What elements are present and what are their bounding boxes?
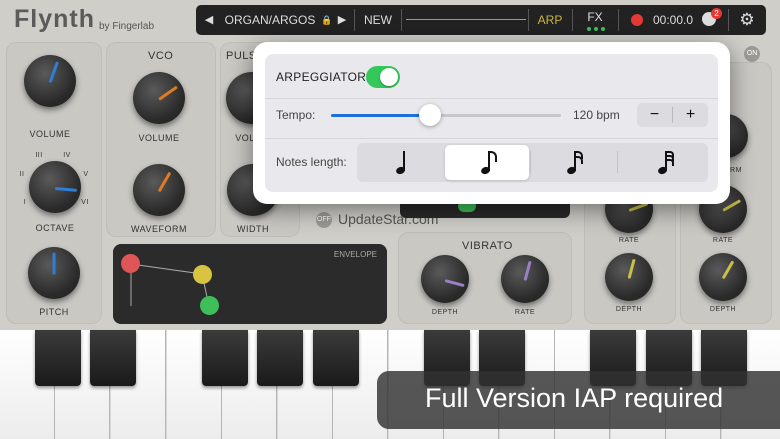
toolbar-divider	[401, 9, 402, 31]
octave-mark-5: V	[83, 171, 89, 178]
pitch-label: PITCH	[39, 307, 69, 317]
preset-name[interactable]: ORGAN/ARGOS	[220, 5, 320, 35]
note-option-sixteenth[interactable]	[531, 145, 615, 180]
vibrato-rate-knob[interactable]	[501, 255, 549, 303]
volume-knob[interactable]	[24, 55, 76, 107]
app-byline: by Fingerlab	[99, 21, 155, 32]
octave-mark-6: VI	[81, 199, 89, 206]
black-key[interactable]	[257, 330, 303, 386]
fx-indicator-dots	[587, 27, 607, 31]
top-toolbar: ◀ ORGAN/ARGOS 🔒 ▶ NEW ARP FX 00:00.0 2 ⚙	[196, 5, 766, 35]
segment-divider	[617, 151, 618, 173]
lfo2-depth-label: DEPTH	[709, 306, 737, 313]
notes-length-label: Notes length:	[276, 155, 347, 169]
envelope-display[interactable]: ENVELOPE	[113, 244, 387, 324]
vco-volume-label: VOLUME	[138, 133, 180, 143]
lfo1-depth-label: DEPTH	[615, 306, 643, 313]
octave-knob[interactable]	[29, 161, 81, 213]
release-handle[interactable]	[200, 296, 219, 315]
on-toggle[interactable]: ON	[744, 46, 760, 62]
black-key[interactable]	[313, 330, 359, 386]
toolbar-divider	[528, 9, 529, 31]
note-option-eighth[interactable]	[445, 145, 529, 180]
new-preset-button[interactable]: NEW	[356, 5, 400, 35]
arpeggiator-title: ARPEGGIATOR	[276, 70, 367, 84]
iap-banner[interactable]: Full Version IAP required	[377, 371, 780, 429]
tempo-value: 120 bpm	[573, 108, 620, 122]
waveform-knob[interactable]	[133, 164, 185, 216]
attack-handle[interactable]	[121, 254, 140, 273]
thirtysecond-note-icon	[657, 151, 674, 176]
time-display: 00:00.0	[652, 13, 694, 27]
vco-title: VCO	[148, 50, 174, 62]
tempo-slider-thumb[interactable]	[418, 104, 441, 126]
volume-label: VOLUME	[29, 129, 71, 139]
lfo1-rate-label: RATE	[618, 237, 640, 244]
note-option-quarter[interactable]	[360, 145, 444, 180]
eighth-note-icon	[480, 151, 497, 176]
lfo2-depth-knob[interactable]	[699, 253, 747, 301]
arpeggiator-toggle[interactable]	[366, 66, 400, 88]
width-label: WIDTH	[237, 224, 269, 234]
notification-badge: 2	[711, 8, 722, 19]
tempo-label: Tempo:	[276, 108, 316, 122]
quarter-note-icon	[395, 151, 408, 176]
vibrato-title: VIBRATO	[462, 240, 513, 252]
iap-banner-text: Full Version IAP required	[425, 383, 724, 413]
vco-volume-knob[interactable]	[133, 72, 185, 124]
octave-label: OCTAVE	[35, 223, 75, 233]
note-option-thirtysecond[interactable]	[620, 145, 704, 180]
lfo2-rate-label: RATE	[712, 237, 734, 244]
black-key[interactable]	[90, 330, 136, 386]
arp-button[interactable]: ARP	[530, 5, 570, 35]
black-key[interactable]	[35, 330, 81, 386]
divider	[265, 138, 718, 139]
next-preset-button[interactable]: ▶	[334, 5, 350, 35]
pitch-knob[interactable]	[28, 247, 80, 299]
tempo-decrease-button[interactable]: −	[637, 103, 672, 127]
off-toggle[interactable]: OFF	[316, 212, 332, 228]
vibrato-rate-label: RATE	[514, 309, 536, 316]
record-button[interactable]	[631, 14, 643, 26]
sixteenth-note-icon	[566, 151, 583, 176]
tempo-slider[interactable]	[331, 104, 561, 126]
octave-mark-4: IV	[63, 152, 71, 159]
tempo-slider-fill	[331, 114, 430, 117]
prev-preset-button[interactable]: ◀	[200, 5, 218, 35]
waveform-label: WAVEFORM	[131, 224, 187, 234]
app-logo: Flynth	[14, 5, 95, 33]
toolbar-divider	[354, 9, 355, 31]
lock-icon: 🔒	[321, 15, 333, 25]
divider	[265, 98, 718, 99]
toolbar-divider	[572, 9, 573, 31]
waveform-display	[406, 19, 526, 20]
lfo1-depth-knob[interactable]	[605, 253, 653, 301]
settings-gear-icon[interactable]: ⚙	[731, 5, 763, 35]
toolbar-divider	[618, 9, 619, 31]
octave-mark-3: III	[35, 152, 43, 159]
tempo-stepper: − +	[637, 103, 708, 127]
toggle-knob	[380, 68, 398, 86]
black-key[interactable]	[202, 330, 248, 386]
vibrato-depth-label: DEPTH	[431, 309, 459, 316]
toolbar-divider	[728, 9, 729, 31]
decay-handle[interactable]	[193, 265, 212, 284]
octave-mark-2: II	[19, 171, 25, 178]
tempo-increase-button[interactable]: +	[673, 103, 708, 127]
vibrato-depth-knob[interactable]	[421, 255, 469, 303]
octave-mark-1: I	[23, 199, 27, 206]
